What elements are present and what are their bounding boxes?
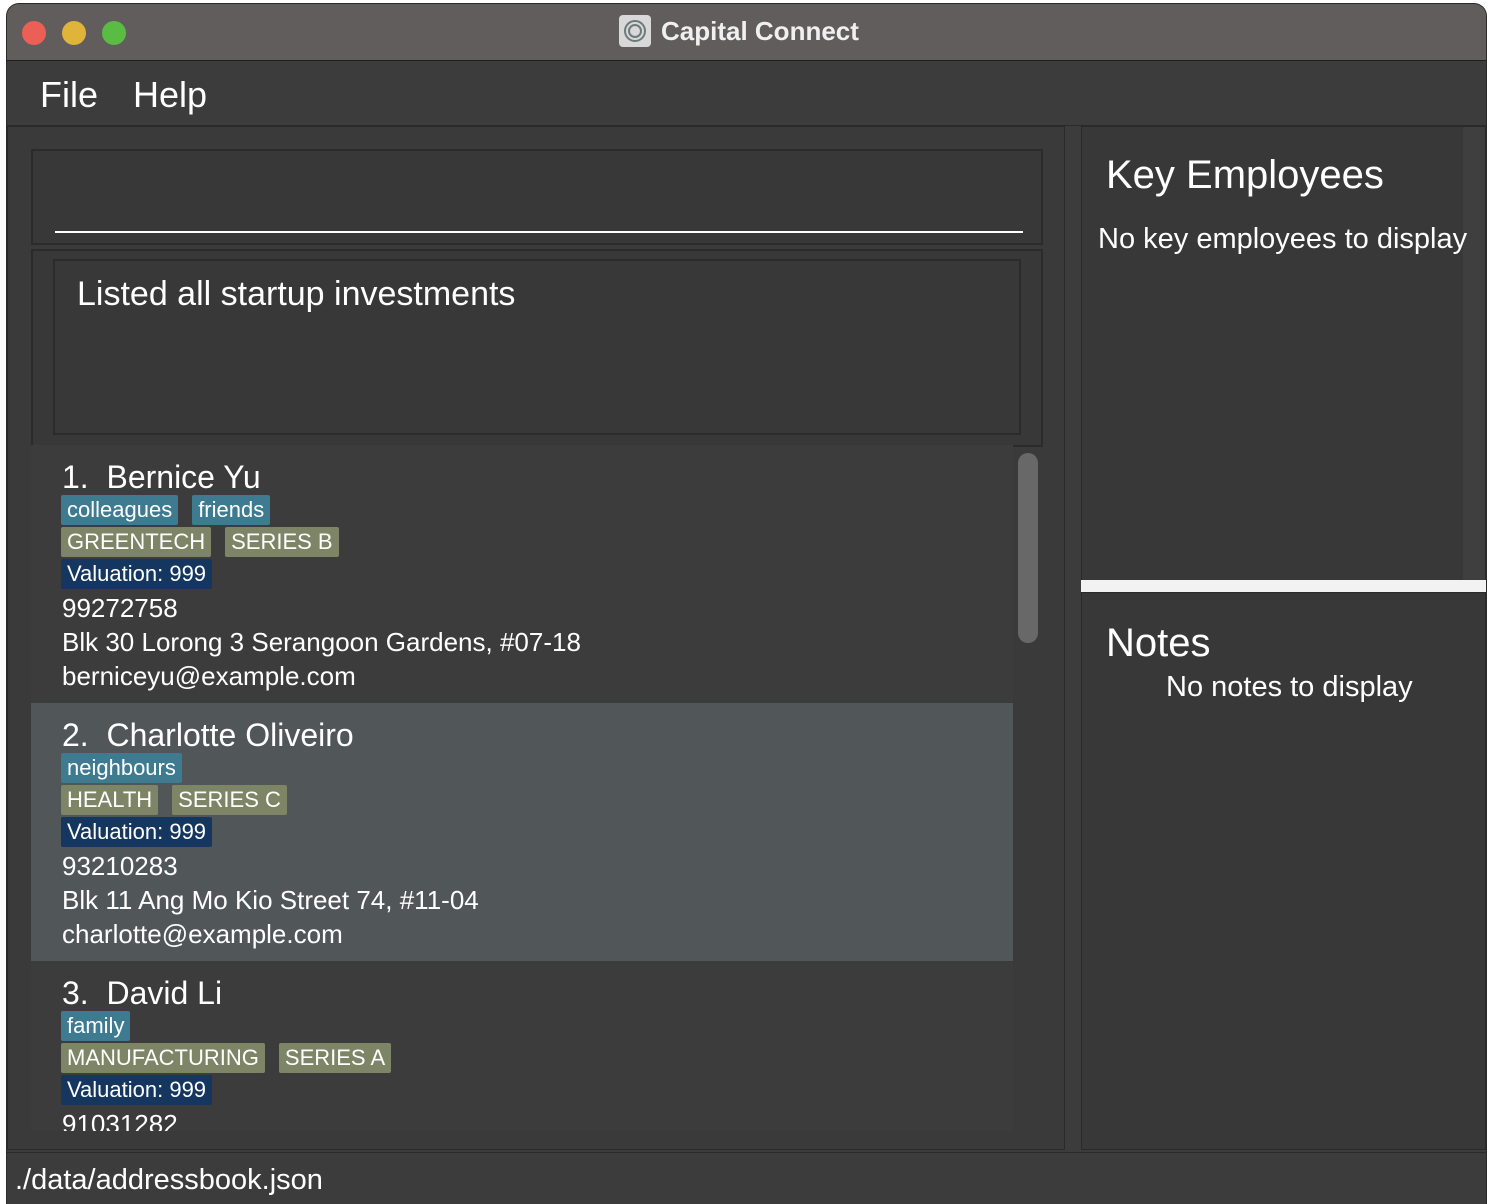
panel-divider[interactable] [1081,580,1486,592]
command-box [31,149,1043,245]
result-display: Listed all startup investments [31,249,1043,447]
industry-tag: GREENTECH [61,527,212,557]
result-message: Listed all startup investments [77,275,516,313]
key-employees-panel: Key Employees No key employees to displa… [1081,126,1486,582]
funding-stage-tag: SERIES C [172,785,287,815]
key-employees-empty-text: No key employees to display [1098,223,1468,255]
notes-empty-text: No notes to display [1166,671,1413,703]
close-window-button[interactable] [22,21,46,45]
key-employees-title: Key Employees [1106,153,1384,197]
startup-phone: 91031282 [62,1109,178,1131]
notes-panel: Notes No notes to display [1081,592,1486,1150]
valuation-row: Valuation: 999 [61,1075,213,1105]
valuation-tag: Valuation: 999 [61,1075,213,1105]
key-employees-scrollbar[interactable] [1463,127,1485,581]
valuation-row: Valuation: 999 [61,817,213,847]
menu-file[interactable]: File [40,74,98,116]
minimize-window-button[interactable] [62,21,86,45]
startup-card[interactable]: 3. David Li family MANUFACTURING SERIES A Va… [31,961,1013,1131]
startup-name: 3. David Li [62,975,223,1011]
title-bar: Capital Connect [7,4,1486,61]
tag-row: neighbours [61,753,182,783]
app-window: Capital Connect File Help Listed all sta… [7,4,1486,1204]
startup-card[interactable]: 1. Bernice Yu colleagues friends GREENTECH S… [31,445,1013,703]
menu-bar: File Help [7,62,1486,126]
status-file-path: ./data/addressbook.json [15,1164,323,1196]
window-title: Capital Connect [661,15,859,46]
relationship-tag: friends [192,495,271,525]
result-box: Listed all startup investments [53,259,1021,435]
relationship-tag: colleagues [61,495,179,525]
valuation-tag: Valuation: 999 [61,559,213,589]
industry-row: MANUFACTURING SERIES A [61,1043,392,1073]
startup-address: Blk 30 Lorong 3 Serangoon Gardens, #07-1… [62,627,581,657]
industry-row: GREENTECH SERIES B [61,527,339,557]
funding-stage-tag: SERIES A [278,1043,392,1073]
startup-address: Blk 11 Ang Mo Kio Street 74, #11-04 [62,885,479,915]
industry-row: HEALTH SERIES C [61,785,287,815]
list-scrollbar[interactable] [1018,453,1038,643]
relationship-tag: family [61,1011,131,1041]
notes-title: Notes [1106,621,1211,665]
command-input[interactable] [55,171,1023,233]
startup-phone: 93210283 [62,851,178,881]
startup-list[interactable]: 1. Bernice Yu colleagues friends GREENTECH S… [31,445,1013,1131]
app-logo-icon [619,15,651,47]
valuation-row: Valuation: 999 [61,559,213,589]
startup-email: berniceyu@example.com [62,661,356,691]
menu-help[interactable]: Help [133,74,207,116]
startup-email: charlotte@example.com [62,919,343,949]
maximize-window-button[interactable] [102,21,126,45]
tag-row: family [61,1011,131,1041]
startup-name: 1. Bernice Yu [62,459,261,495]
relationship-tag: neighbours [61,753,182,783]
window-title-group: Capital Connect [619,13,859,49]
industry-tag: HEALTH [61,785,159,815]
funding-stage-tag: SERIES B [225,527,339,557]
startup-name: 2. Charlotte Oliveiro [62,717,354,753]
status-bar: ./data/addressbook.json [7,1152,1486,1204]
industry-tag: MANUFACTURING [61,1043,265,1073]
startup-phone: 99272758 [62,593,178,623]
tag-row: colleagues friends [61,495,271,525]
valuation-tag: Valuation: 999 [61,817,213,847]
main-panel: Listed all startup investments 1. Bernic… [7,126,1065,1150]
startup-card[interactable]: 2. Charlotte Oliveiro neighbours HEALTH SER… [31,703,1013,961]
